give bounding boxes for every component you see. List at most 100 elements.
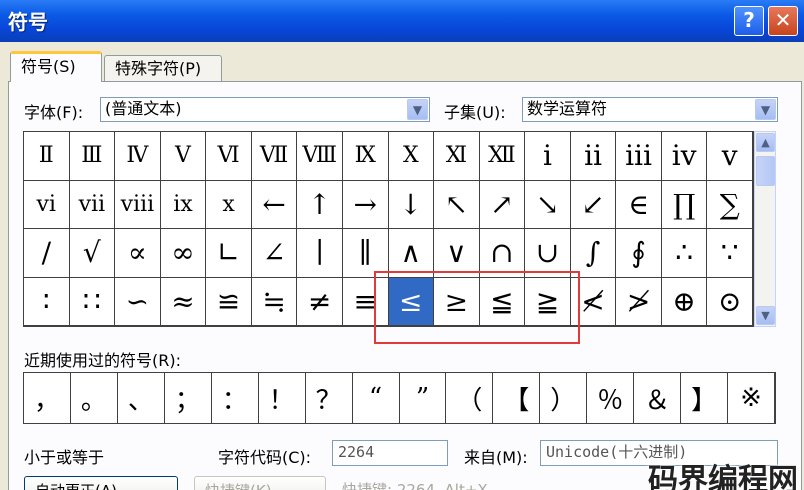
symbol-cell[interactable]: Ⅺ	[434, 132, 480, 181]
recent-symbol-cell[interactable]: 【	[493, 373, 541, 423]
chevron-down-icon[interactable]: ▼	[407, 99, 428, 120]
font-select-value: (普通文本)	[105, 99, 182, 118]
symbol-cell[interactable]: Ⅷ	[297, 132, 343, 181]
symbol-cell[interactable]: ∧	[388, 229, 435, 278]
symbol-cell[interactable]: ↖	[434, 180, 480, 229]
recent-symbol-cell[interactable]: ：	[212, 373, 259, 423]
symbol-cell[interactable]: ≯	[616, 277, 662, 326]
symbol-cell[interactable]: ≦	[479, 277, 526, 326]
recent-symbol-cell[interactable]: ；	[165, 373, 212, 423]
symbol-cell[interactable]: Ⅵ	[206, 132, 252, 181]
symbol-cell[interactable]: ∞	[160, 229, 207, 278]
help-button[interactable]: ?	[734, 6, 764, 36]
symbol-cell[interactable]: ∠	[251, 229, 298, 278]
chevron-down-icon[interactable]: ▼	[755, 99, 776, 120]
tab-special-characters[interactable]: 特殊字符(P)	[104, 55, 222, 83]
symbol-cell[interactable]: Ⅶ	[251, 132, 298, 181]
recent-symbol-cell[interactable]: （	[446, 373, 494, 423]
recent-symbol-cell[interactable]: ”	[400, 373, 447, 423]
symbol-cell[interactable]: ∵	[707, 229, 753, 278]
recent-symbol-cell[interactable]: “	[353, 373, 400, 423]
symbol-cell[interactable]: ↗	[479, 180, 526, 229]
scroll-up-icon[interactable]: ▲	[756, 133, 775, 152]
symbol-cell[interactable]: Ⅴ	[160, 132, 207, 181]
symbol-cell[interactable]: ≤	[388, 277, 435, 326]
recent-symbol-cell[interactable]: ）	[540, 373, 588, 423]
symbol-cell[interactable]: Ⅹ	[388, 132, 435, 181]
recent-symbol-cell[interactable]: ＆	[634, 373, 682, 423]
symbol-cell[interactable]: ∮	[616, 229, 662, 278]
recent-label: 近期使用过的符号(R):	[24, 351, 181, 370]
symbol-cell[interactable]: ∫	[570, 229, 617, 278]
symbol-cell[interactable]: ⊙	[707, 277, 753, 326]
recent-symbols[interactable]: ，。、；：！？ “” （【）％＆】 ※	[23, 372, 776, 424]
subset-select[interactable]: 数学运算符 ▼	[522, 97, 778, 122]
symbol-cell[interactable]: ⅷ	[115, 180, 161, 229]
symbol-cell[interactable]: ∏	[661, 180, 708, 229]
symbol-cell[interactable]: ⅰ	[525, 132, 571, 181]
font-select[interactable]: (普通文本) ▼	[100, 97, 430, 122]
symbol-cell[interactable]: ⅶ	[69, 180, 116, 229]
symbol-cell[interactable]: ↙	[570, 180, 617, 229]
symbol-cell[interactable]: ∴	[661, 229, 708, 278]
symbol-cell[interactable]: ∶	[24, 277, 70, 326]
symbol-cell[interactable]: ⅳ	[661, 132, 708, 181]
symbol-cell[interactable]: ⅲ	[616, 132, 662, 181]
symbol-cell[interactable]: ∥	[342, 229, 389, 278]
symbol-grid[interactable]: Ⅱ Ⅲ Ⅳ Ⅴ Ⅵ Ⅶ Ⅷ Ⅸ Ⅹ Ⅺ Ⅻⅰ ⅱ ⅲ ⅳ ⅴ ⅵ ⅶ ⅷ ⅸ ⅹ ← ↑ → ↓ ↖ ↗ ↘ ↙ ∈ ∏ ∑ ∕ √ ∝ ∞ ∟ ∠ ∣ ∥…	[23, 131, 754, 327]
symbol-cell[interactable]: ⊕	[661, 277, 708, 326]
symbol-cell[interactable]: ≌	[206, 277, 252, 326]
symbol-cell[interactable]: ∣	[297, 229, 343, 278]
autocorrect-button[interactable]: 自动更正(A)...	[24, 476, 178, 490]
scroll-down-icon[interactable]: ▼	[756, 306, 775, 325]
shortcut-key-button[interactable]: 快捷键(K)...	[194, 476, 326, 490]
recent-symbol-cell[interactable]: ，	[24, 373, 71, 423]
symbol-cell[interactable]: ∑	[707, 180, 753, 229]
recent-symbol-cell[interactable]: ？	[306, 373, 353, 423]
recent-symbol-cell[interactable]: ％	[587, 373, 635, 423]
symbol-cell[interactable]: ∽	[115, 277, 161, 326]
symbol-cell[interactable]: ∨	[434, 229, 480, 278]
symbol-cell[interactable]: Ⅲ	[69, 132, 116, 181]
symbol-cell[interactable]: ⅹ	[206, 180, 252, 229]
symbol-cell[interactable]: ≥	[434, 277, 480, 326]
symbol-cell[interactable]: ⅵ	[24, 180, 70, 229]
symbol-cell[interactable]: ∕	[24, 229, 70, 278]
char-code-input[interactable]: 2264	[332, 440, 448, 466]
symbol-cell[interactable]: ∈	[616, 180, 662, 229]
symbol-cell[interactable]: ∟	[206, 229, 252, 278]
symbol-grid-scrollbar[interactable]: ▲ ▼	[754, 131, 776, 327]
symbol-cell[interactable]: ≠	[297, 277, 343, 326]
tab-symbols[interactable]: 符号(S)	[10, 51, 102, 82]
recent-symbol-cell[interactable]: ！	[259, 373, 306, 423]
symbol-cell[interactable]: ≡	[342, 277, 389, 326]
scroll-thumb[interactable]	[756, 156, 775, 186]
recent-symbol-cell[interactable]: 】	[681, 373, 729, 423]
close-button[interactable]: ✕	[768, 6, 798, 36]
symbol-cell[interactable]: Ⅸ	[342, 132, 389, 181]
symbol-cell[interactable]: ∷	[69, 277, 116, 326]
symbol-cell[interactable]: ↑	[297, 180, 343, 229]
symbol-cell[interactable]: ≧	[525, 277, 571, 326]
symbol-cell[interactable]: Ⅻ	[479, 132, 526, 181]
recent-symbol-cell[interactable]: ※	[728, 373, 775, 423]
symbol-cell[interactable]: ∪	[525, 229, 571, 278]
symbol-cell[interactable]: ⅸ	[160, 180, 207, 229]
symbol-cell[interactable]: Ⅱ	[24, 132, 70, 181]
recent-symbol-cell[interactable]: 。	[71, 373, 118, 423]
symbol-cell[interactable]: ↘	[525, 180, 571, 229]
symbol-cell[interactable]: ←	[251, 180, 298, 229]
symbol-cell[interactable]: ∩	[479, 229, 526, 278]
symbol-cell[interactable]: ⅱ	[570, 132, 617, 181]
symbol-cell[interactable]: →	[342, 180, 389, 229]
watermark: 码界编程网	[648, 463, 798, 490]
symbol-cell[interactable]: ⅴ	[707, 132, 753, 181]
symbol-cell[interactable]: √	[69, 229, 116, 278]
symbol-cell[interactable]: ≮	[570, 277, 617, 326]
symbol-cell[interactable]: ↓	[388, 180, 435, 229]
recent-symbol-cell[interactable]: 、	[118, 373, 165, 423]
symbol-cell[interactable]: Ⅳ	[115, 132, 161, 181]
symbol-cell[interactable]: ≒	[251, 277, 298, 326]
symbol-cell[interactable]: ∝	[115, 229, 161, 278]
symbol-cell[interactable]: ≈	[160, 277, 207, 326]
